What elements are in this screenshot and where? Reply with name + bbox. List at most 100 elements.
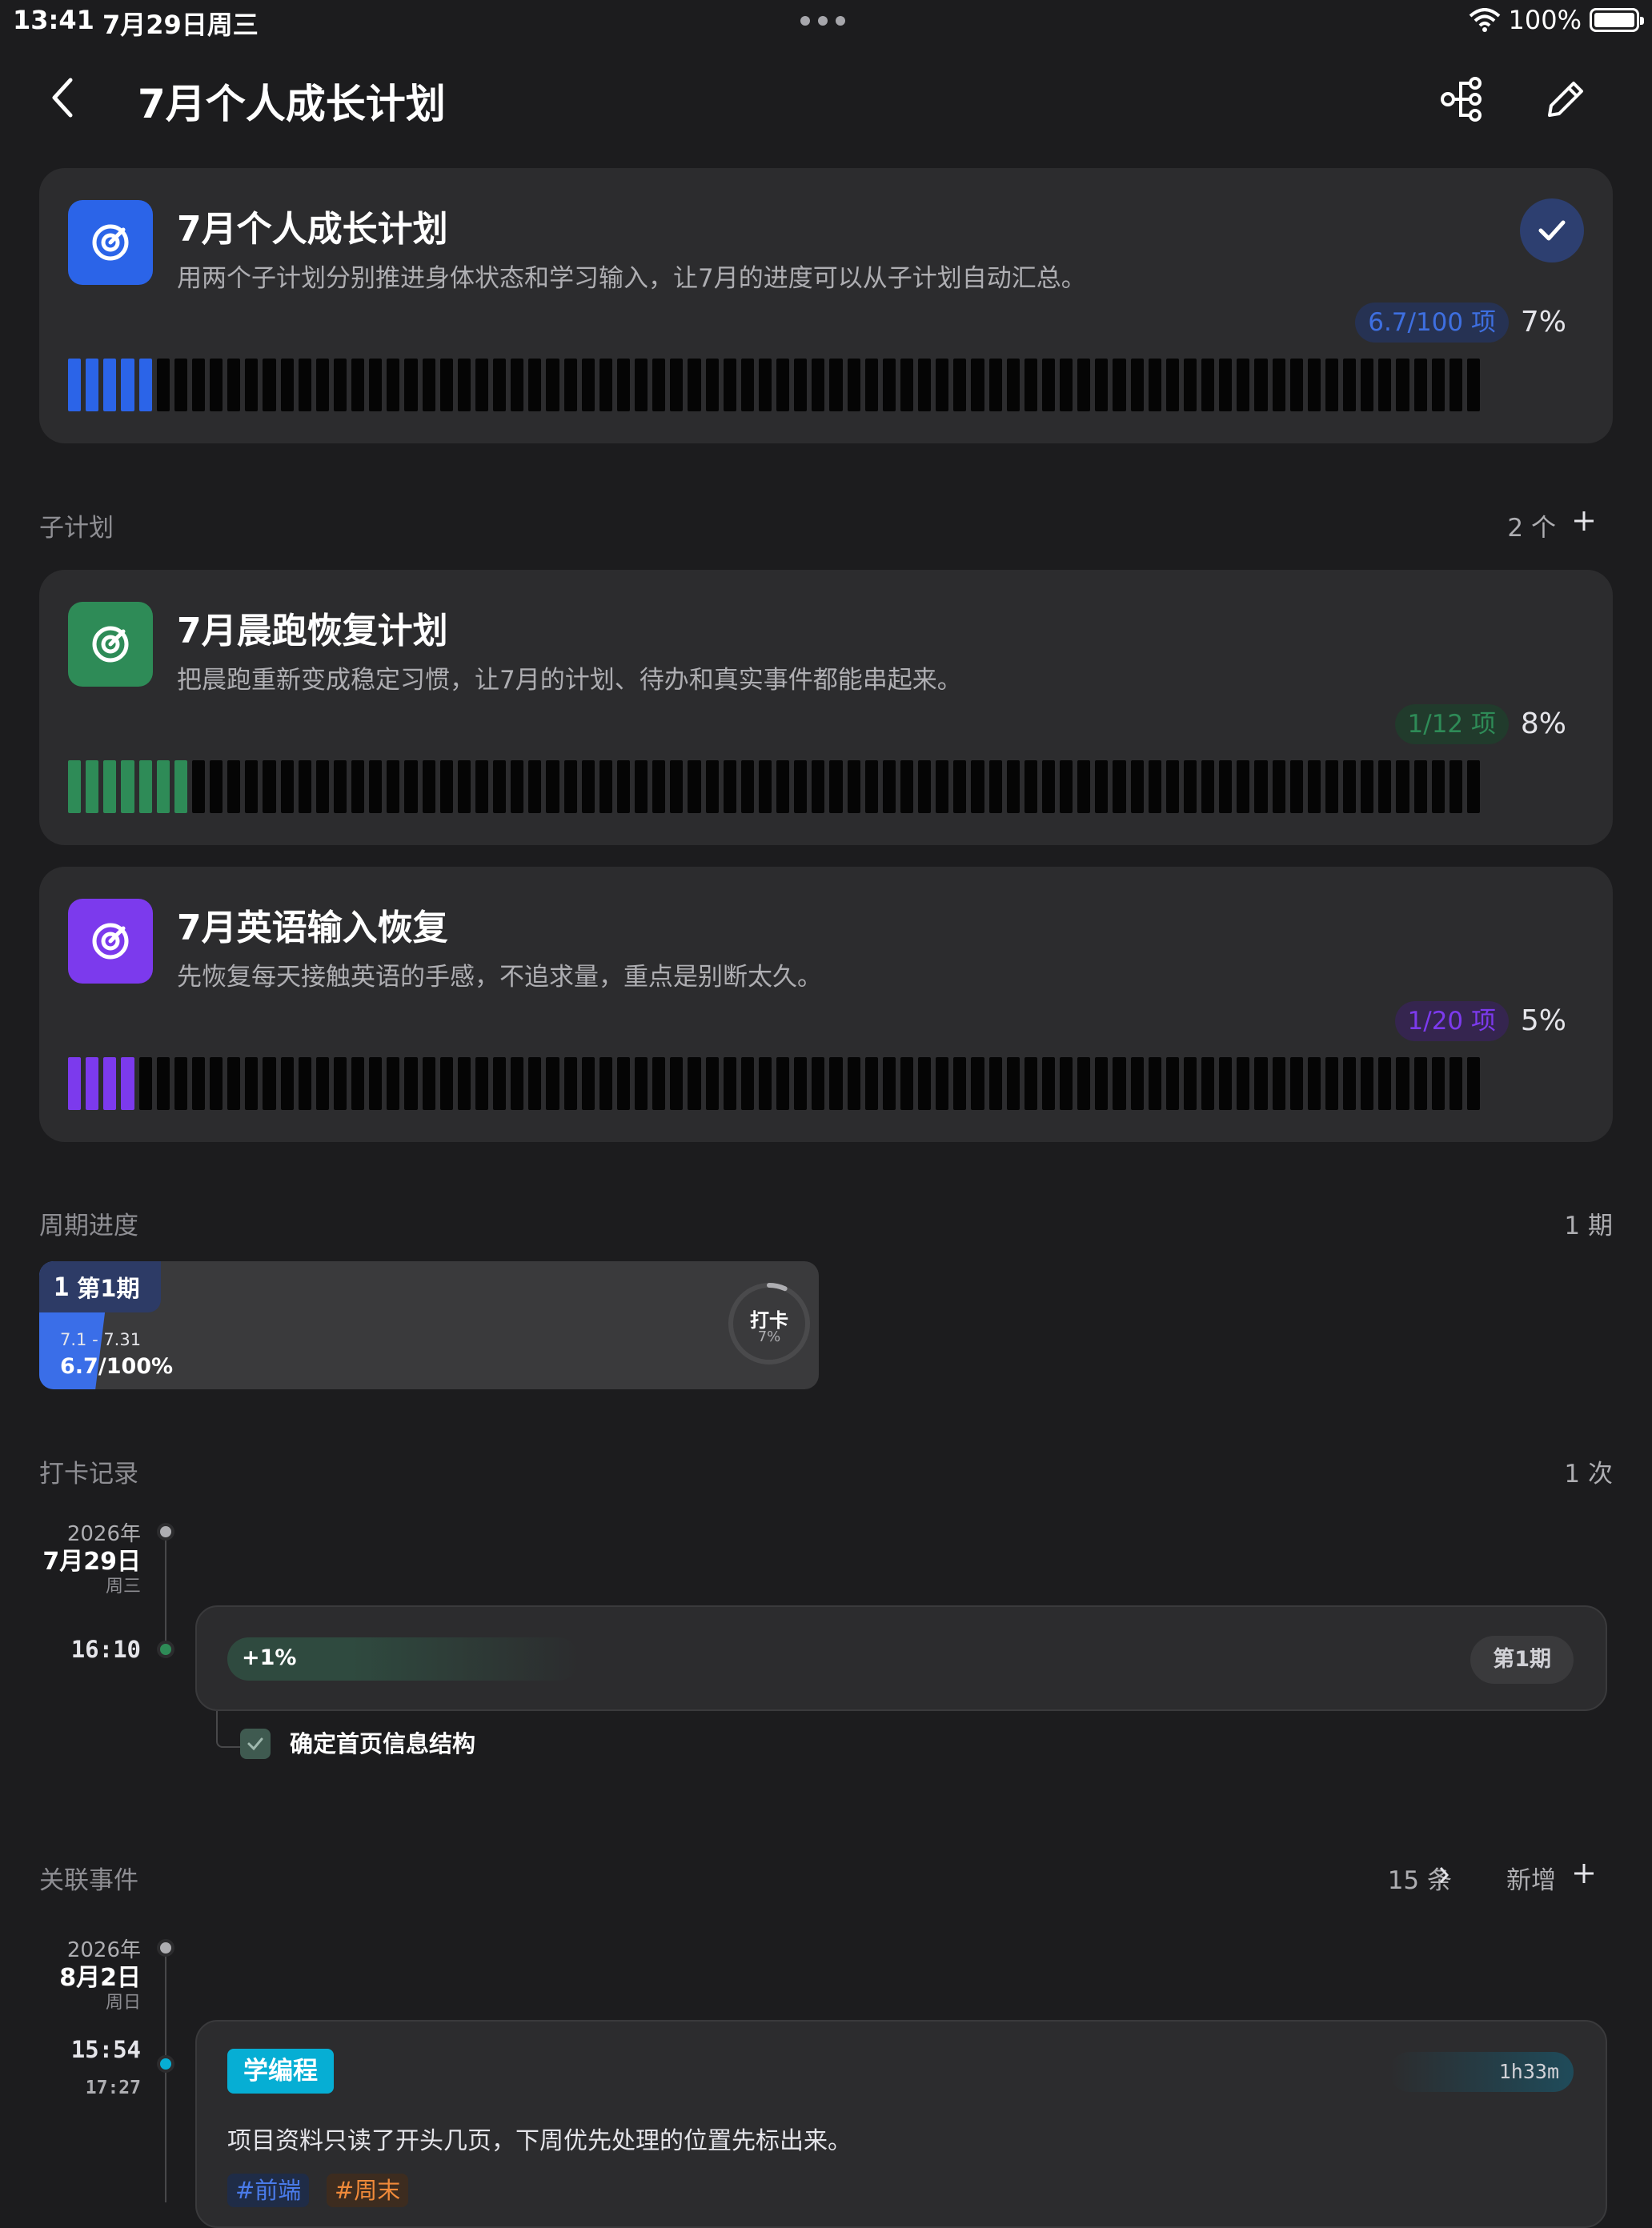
subplan-count-badge: 1/20 项 — [1394, 1001, 1509, 1041]
progress-segment — [1219, 760, 1233, 813]
progress-segment — [988, 359, 1002, 411]
progress-segment — [1183, 359, 1197, 411]
progress-segment — [1378, 359, 1392, 411]
progress-segment — [156, 760, 170, 813]
checkin-ring[interactable]: 打卡 7% — [726, 1280, 812, 1367]
progress-segment — [616, 760, 630, 813]
progress-segment — [422, 760, 435, 813]
progress-segment — [847, 760, 860, 813]
period-value: 6.7/100% — [60, 1354, 174, 1379]
progress-segment — [705, 1057, 719, 1110]
main-plan-card[interactable]: 7月个人成长计划 用两个子计划分别推进身体状态和学习输入，让7月的进度可以从子计… — [39, 168, 1613, 443]
progress-segment — [1095, 359, 1109, 411]
subplan-title: 7月晨跑恢复计划 — [177, 611, 448, 651]
progress-segment — [1272, 760, 1285, 813]
edit-pencil-icon[interactable] — [1540, 74, 1591, 125]
subplan-card[interactable]: 7月晨跑恢复计划 把晨跑重新变成稳定习惯，让7月的计划、待办和真实事件都能串起来… — [39, 570, 1613, 845]
progress-segment — [936, 760, 949, 813]
progress-segment — [121, 1057, 134, 1110]
progress-segment — [68, 760, 82, 813]
progress-segment — [121, 359, 134, 411]
progress-segment — [1431, 359, 1445, 411]
progress-segment — [1130, 1057, 1144, 1110]
progress-segment — [138, 1057, 152, 1110]
checkmark-icon — [247, 1737, 263, 1751]
add-event-plus-icon[interactable] — [1572, 1861, 1596, 1885]
timeline-line — [165, 1948, 166, 2202]
progress-segment — [1449, 359, 1462, 411]
progress-segment — [1289, 760, 1303, 813]
progress-segment — [776, 359, 790, 411]
checkin-delta: +1% — [242, 1645, 297, 1670]
progress-segment — [191, 760, 205, 813]
target-icon — [68, 899, 153, 984]
progress-segment — [298, 760, 311, 813]
progress-segment — [369, 1057, 383, 1110]
progress-segment — [475, 760, 488, 813]
period-section-label: 周期进度 — [39, 1212, 138, 1240]
progress-segment — [812, 760, 825, 813]
progress-segment — [723, 359, 736, 411]
progress-segment — [404, 359, 418, 411]
progress-segment — [138, 760, 152, 813]
progress-segment — [918, 760, 932, 813]
period-card[interactable]: 1 第1期 7.1 - 7.31 6.7/100% 打卡 7% — [39, 1261, 819, 1389]
checkin-section-label: 打卡记录 — [39, 1460, 138, 1489]
progress-segment — [1289, 359, 1303, 411]
progress-segment — [156, 359, 170, 411]
progress-segment — [1201, 1057, 1215, 1110]
progress-segment — [1466, 1057, 1480, 1110]
checkin-record-card[interactable]: +1% 第1期 — [195, 1605, 1607, 1711]
task-checkbox[interactable] — [240, 1729, 271, 1759]
progress-segment — [1378, 760, 1392, 813]
chevron-right-icon[interactable] — [1434, 1863, 1454, 1887]
complete-check-button[interactable] — [1520, 198, 1584, 262]
event-card[interactable]: 学编程 1h33m 项目资料只读了开头几页，下周优先处理的位置先标出来。 #前端… — [195, 2020, 1607, 2228]
progress-segment — [1237, 359, 1250, 411]
progress-segment — [670, 359, 684, 411]
progress-segment — [351, 359, 365, 411]
progress-segment — [528, 1057, 542, 1110]
progress-segment — [439, 1057, 453, 1110]
progress-segment — [1201, 760, 1215, 813]
checkin-period-badge: 第1期 — [1470, 1636, 1574, 1684]
progress-segment — [936, 359, 949, 411]
progress-segment — [280, 1057, 294, 1110]
period-header: 1 第1期 — [39, 1261, 161, 1312]
progress-segment — [1254, 1057, 1268, 1110]
progress-segment — [511, 1057, 524, 1110]
progress-segment — [546, 760, 559, 813]
timeline-dot — [157, 2055, 174, 2073]
target-icon — [68, 200, 153, 285]
progress-segment — [439, 760, 453, 813]
page-title: 7月个人成长计划 — [138, 81, 446, 127]
progress-segment — [1272, 359, 1285, 411]
progress-segment — [1060, 760, 1073, 813]
plan-description: 用两个子计划分别推进身体状态和学习输入，让7月的进度可以从子计划自动汇总。 — [177, 264, 1086, 293]
progress-segment — [1413, 359, 1427, 411]
progress-segment — [1466, 359, 1480, 411]
progress-segment — [1343, 760, 1357, 813]
mind-map-icon[interactable] — [1437, 74, 1488, 125]
add-event-label[interactable]: 新增 — [1506, 1860, 1556, 1896]
progress-segment — [1006, 359, 1020, 411]
progress-segment — [1006, 1057, 1020, 1110]
subplan-card[interactable]: 7月英语输入恢复 先恢复每天接触英语的手感，不追求量，重点是别断太久。 1/20… — [39, 867, 1613, 1142]
progress-segment — [705, 359, 719, 411]
status-time: 13:41 — [13, 5, 94, 35]
progress-segment — [670, 1057, 684, 1110]
progress-segment — [688, 1057, 701, 1110]
progress-segment — [758, 1057, 772, 1110]
progress-segment — [723, 1057, 736, 1110]
progress-segment — [475, 359, 488, 411]
progress-segment — [758, 760, 772, 813]
back-chevron-icon[interactable] — [40, 74, 88, 122]
subplan-count-badge: 1/12 项 — [1394, 704, 1509, 744]
multitask-dots-icon[interactable] — [800, 16, 845, 26]
plan-count-badge: 6.7/100 项 — [1355, 303, 1509, 343]
add-subplan-plus-icon[interactable] — [1572, 509, 1596, 533]
progress-segment — [599, 760, 612, 813]
progress-segment — [1041, 1057, 1055, 1110]
progress-segment — [1289, 1057, 1303, 1110]
period-number: 1 — [54, 1272, 70, 1302]
